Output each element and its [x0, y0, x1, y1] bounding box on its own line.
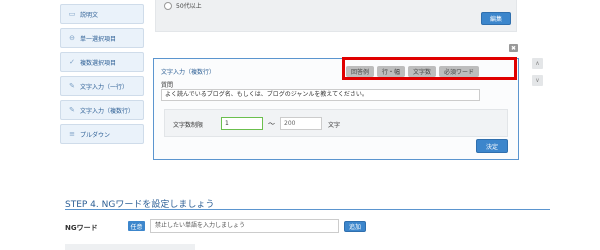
pencil-icon: ✎	[69, 106, 75, 114]
check-icon: ✓	[69, 58, 75, 66]
comment-icon: ▭	[68, 10, 76, 18]
minus-circle-icon: ⊖	[69, 34, 75, 42]
char-unit-label: 文字	[328, 122, 341, 129]
radio-option[interactable]: 50代以上	[164, 1, 202, 10]
char-limit-min-input[interactable]: 1	[221, 117, 263, 130]
ng-word-label: NGワード	[65, 224, 98, 232]
sidebar-item-label: 文字入力（複数行）	[80, 107, 135, 115]
sidebar-item-label: プルダウン	[80, 131, 111, 139]
move-down-icon[interactable]: ∨	[532, 75, 543, 86]
question-label: 質問	[161, 82, 174, 89]
sidebar-item-label: 単一選択項目	[80, 35, 117, 43]
range-separator: 〜	[268, 120, 275, 128]
step-divider	[65, 209, 550, 210]
ng-word-input[interactable]: 禁止したい単語を入力しましょう	[150, 219, 339, 233]
sidebar-item-label: 文字入力（一行）	[80, 83, 129, 91]
pencil-icon: ✎	[69, 82, 75, 90]
highlight-box	[342, 57, 517, 80]
sidebar-item-label: 説明文	[80, 11, 99, 19]
question-input[interactable]: よく読んでいるブログ名、もしくは、ブログのジャンルを教えてください。	[161, 89, 480, 101]
char-limit-label: 文字数制限	[173, 122, 204, 129]
next-row-placeholder	[65, 244, 195, 250]
previous-question-panel: 50代以上 編集	[155, 0, 517, 32]
sidebar-item-description[interactable]: ▭ 説明文	[60, 4, 144, 24]
sidebar: ▭ 説明文 ⊖ 単一選択項目 ✓ 複数選択項目 ✎ 文字入力（一行） ✎ 文字入…	[60, 0, 144, 148]
sidebar-item-multi-choice[interactable]: ✓ 複数選択項目	[60, 52, 144, 72]
reorder-controls: ∧ ∨	[532, 58, 543, 92]
edit-button[interactable]: 編集	[481, 12, 511, 25]
sidebar-item-label: 複数選択項目	[80, 59, 117, 67]
move-up-icon[interactable]: ∧	[532, 58, 543, 69]
sidebar-item-pulldown[interactable]: ≡ プルダウン	[60, 124, 144, 144]
card-title: 文字入力（複数行）	[161, 69, 216, 76]
add-button[interactable]: 追加	[344, 221, 366, 232]
sidebar-item-text-single[interactable]: ✎ 文字入力（一行）	[60, 76, 144, 96]
sidebar-item-text-multi[interactable]: ✎ 文字入力（複数行）	[60, 100, 144, 120]
char-limit-row: 文字数制限 1 〜 200 文字	[164, 109, 508, 137]
list-icon: ≡	[69, 130, 75, 138]
radio-label: 50代以上	[176, 3, 202, 10]
confirm-button[interactable]: 決定	[476, 139, 508, 153]
close-icon[interactable]: ✖	[509, 44, 518, 52]
radio-button[interactable]	[164, 1, 172, 10]
char-limit-max-input[interactable]: 200	[280, 117, 322, 130]
sidebar-item-single-choice[interactable]: ⊖ 単一選択項目	[60, 28, 144, 48]
optional-badge: 任意	[128, 221, 145, 231]
